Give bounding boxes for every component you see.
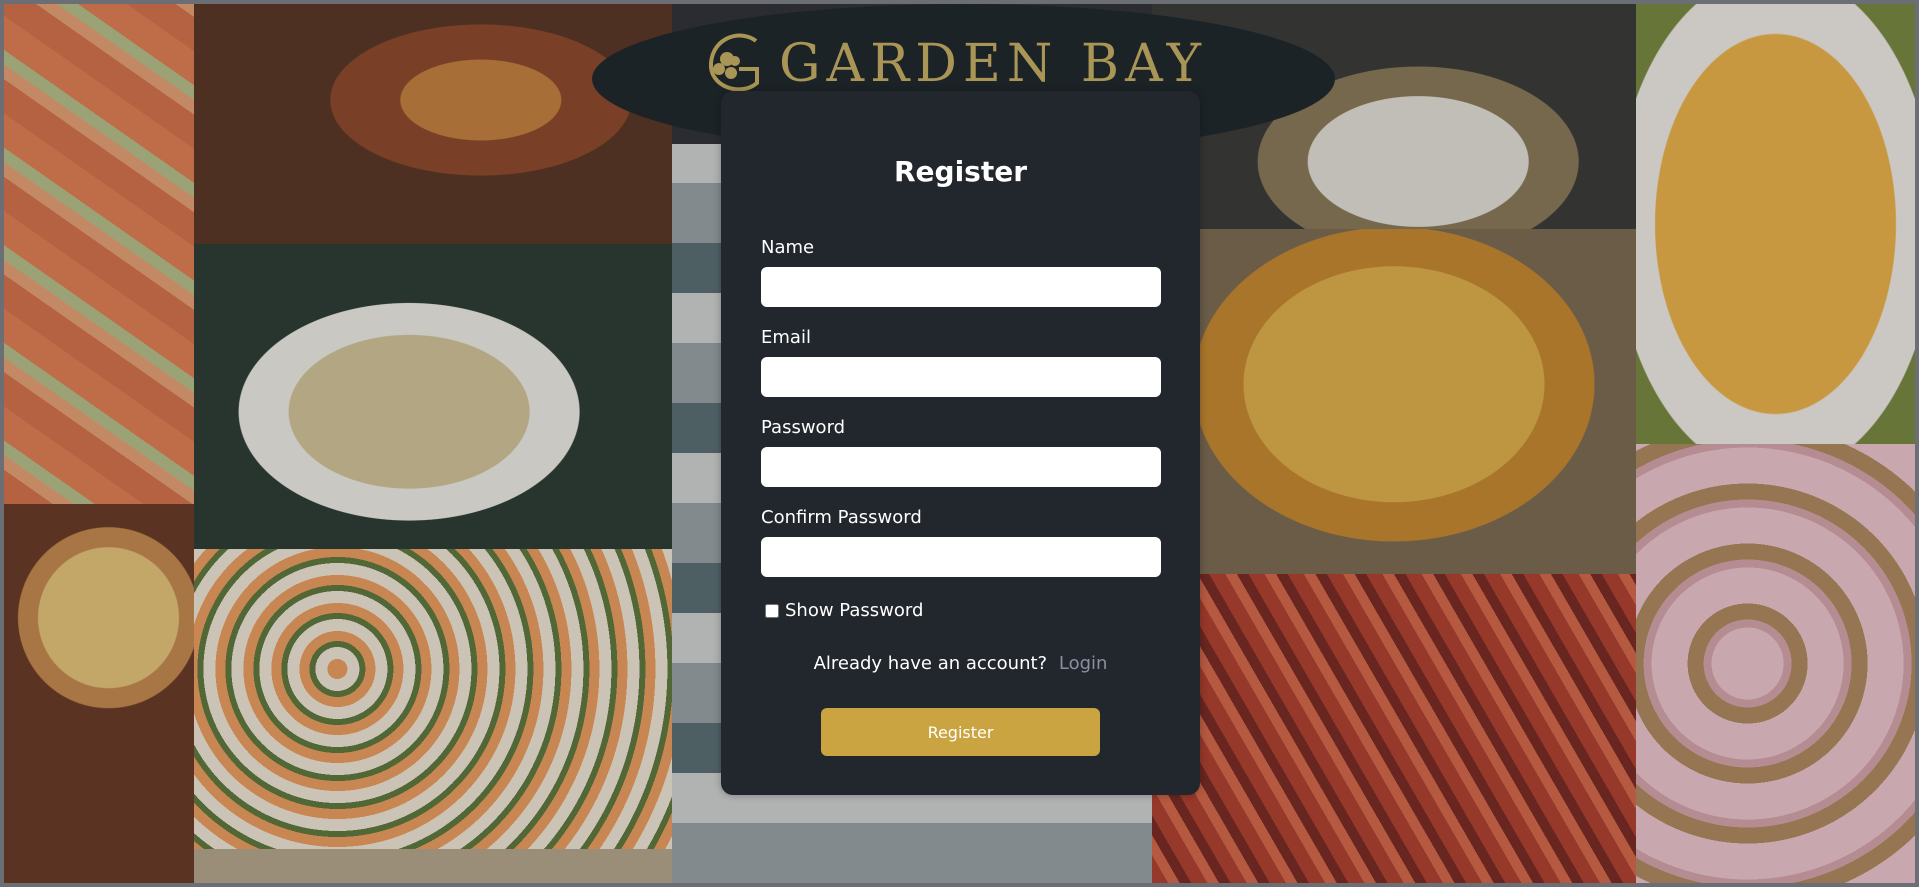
brand-name: GARDEN BAY xyxy=(779,34,1207,94)
food-photo-cupcakes xyxy=(1636,444,1915,883)
flower-g-monogram-icon xyxy=(701,29,771,99)
password-input[interactable] xyxy=(761,447,1161,487)
food-photo-crab-sticks xyxy=(4,4,194,504)
food-photo-skewers xyxy=(1152,574,1636,883)
food-photo-pizza xyxy=(4,504,194,883)
food-photo-curry-crab xyxy=(1152,229,1636,574)
login-link[interactable]: Login xyxy=(1059,653,1108,674)
register-card: Register Name Email Password Confirm Pas… xyxy=(721,91,1200,795)
confirm-password-input[interactable] xyxy=(761,537,1161,577)
account-prompt-text: Already have an account? xyxy=(813,653,1048,674)
show-password-toggle[interactable]: Show Password xyxy=(765,600,923,621)
email-input[interactable] xyxy=(761,357,1161,397)
register-button[interactable]: Register xyxy=(821,708,1100,756)
login-prompt: Already have an account? Login xyxy=(721,653,1200,674)
food-photo-potato-salad xyxy=(194,244,672,549)
show-password-label: Show Password xyxy=(785,600,924,621)
show-password-checkbox[interactable] xyxy=(765,603,779,618)
food-photo-canapes xyxy=(194,549,672,849)
form-title: Register xyxy=(893,155,1028,188)
name-label: Name xyxy=(761,237,815,258)
food-photo-bottom xyxy=(194,849,672,883)
email-label: Email xyxy=(761,327,811,348)
name-input[interactable] xyxy=(761,267,1161,307)
confirm-password-label: Confirm Password xyxy=(761,507,922,528)
password-label: Password xyxy=(761,417,846,438)
food-photo-roast xyxy=(194,4,672,244)
food-photo-fruit xyxy=(1636,4,1915,444)
